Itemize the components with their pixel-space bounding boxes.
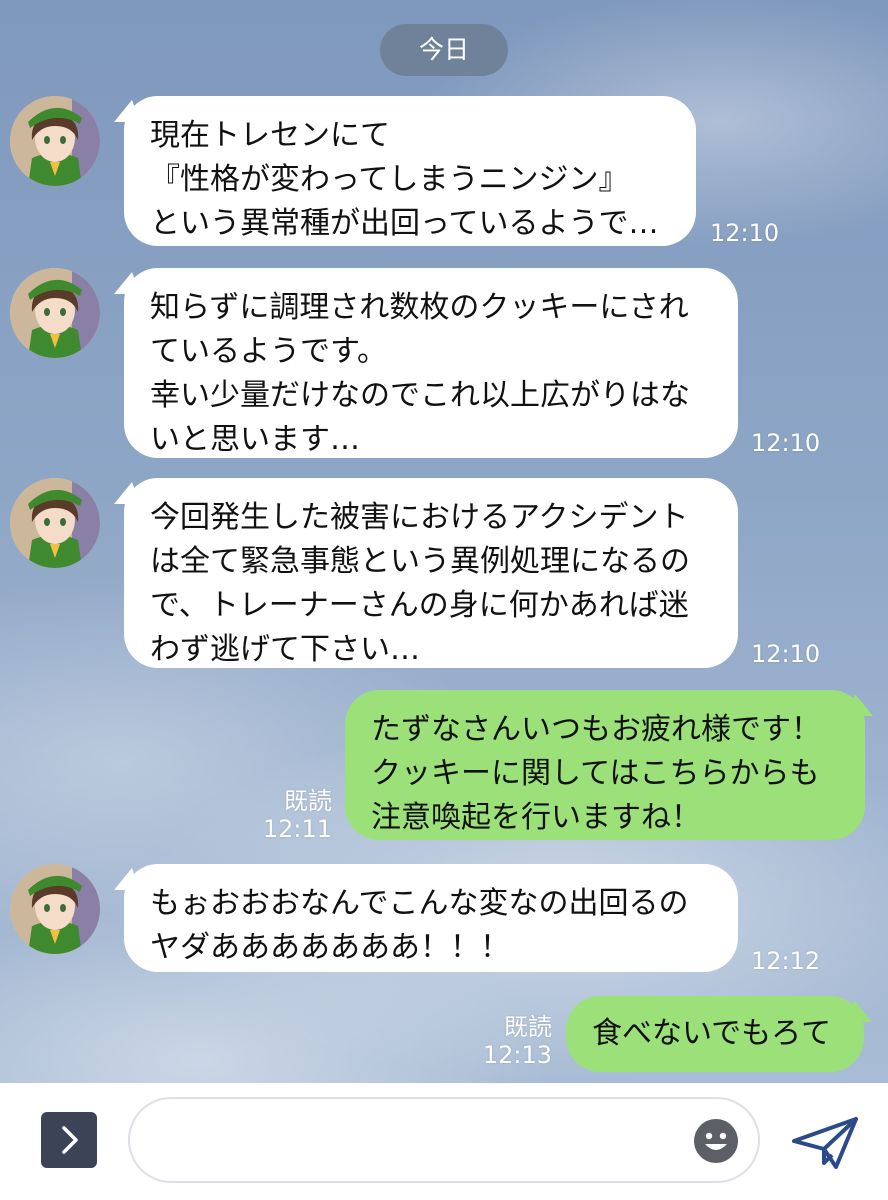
message-timestamp: 12:10 — [751, 429, 821, 457]
avatar-image — [10, 96, 100, 186]
message-line: 知らずに調理され数枚のクッキーにされ — [150, 290, 689, 325]
date-separator: 今日 — [380, 24, 508, 76]
message-line: で、トレーナーさんの身に何かあれば迷 — [150, 588, 689, 623]
message-line: たずなさんいつもお疲れ様です！ — [371, 712, 821, 747]
incoming-message-bubble[interactable]: もぉおおおなんでこんな変なの出回るの ヤダあああああああ！！！ — [124, 864, 738, 972]
message-line: クッキーに関してはこちらからも — [371, 756, 820, 791]
message-line: 現在トレセンにて — [150, 118, 390, 153]
read-receipt: 既読 12:13 — [474, 1013, 552, 1069]
smiley-icon — [694, 1119, 738, 1163]
message-timestamp: 12:11 — [262, 815, 332, 843]
avatar-image — [10, 478, 100, 568]
message-line: 『性格が変わってしまうニンジン』 — [150, 162, 629, 197]
message-input-bar — [0, 1083, 888, 1200]
message-line: という異常種が出回っているようで… — [150, 206, 659, 241]
paper-plane-icon — [792, 1117, 858, 1169]
avatar[interactable] — [10, 478, 100, 568]
avatar[interactable] — [10, 96, 100, 186]
emoji-button[interactable] — [693, 1118, 739, 1164]
read-receipt: 既読 12:11 — [256, 787, 332, 843]
message-timestamp: 12:10 — [710, 219, 780, 247]
outgoing-message-bubble[interactable]: たずなさんいつもお疲れ様です！ クッキーに関してはこちらからも 注意喚起を行いま… — [345, 690, 865, 840]
message-line: もぉおおおなんでこんな変なの出回るの — [150, 886, 689, 921]
message-line: ヤダあああああああ！！！ — [150, 930, 510, 965]
message-line: ているようです。 — [150, 334, 387, 369]
message-timestamp: 12:13 — [482, 1041, 552, 1069]
incoming-message-bubble[interactable]: 今回発生した被害におけるアクシデント は全て緊急事態という異例処理になるの で、… — [124, 478, 738, 668]
avatar-image — [10, 864, 100, 954]
incoming-message-bubble[interactable]: 知らずに調理され数枚のクッキーにされ ているようです。 幸い少量だけなのでこれ以… — [124, 268, 738, 458]
incoming-message-bubble[interactable]: 現在トレセンにて 『性格が変わってしまうニンジン』 という異常種が出回っているよ… — [124, 96, 696, 246]
message-line: 食べないでもろて — [592, 1016, 832, 1051]
outgoing-message-bubble[interactable]: 食べないでもろて — [566, 996, 864, 1072]
read-label: 既読 — [284, 787, 332, 815]
avatar[interactable] — [10, 268, 100, 358]
message-input[interactable] — [128, 1097, 760, 1183]
message-line: わず逃げて下さい… — [150, 632, 420, 667]
avatar-image — [10, 268, 100, 358]
chat-background: 今日 現在トレセンにて 『性格が変わってしまうニンジン』 という異常種が出回って… — [0, 0, 888, 1083]
avatar[interactable] — [10, 864, 100, 954]
message-line: 幸い少量だけなのでこれ以上広がりはな — [150, 378, 690, 413]
message-timestamp: 12:10 — [751, 640, 821, 668]
message-timestamp: 12:12 — [751, 947, 821, 975]
expand-menu-button[interactable] — [41, 1112, 97, 1168]
message-line: 注意喚起を行いますね！ — [371, 800, 701, 835]
message-line: いと思います… — [150, 422, 360, 457]
chevron-right-icon — [62, 1126, 78, 1154]
message-line: は全て緊急事態という異例処理になるの — [150, 544, 690, 579]
send-button[interactable] — [790, 1113, 860, 1173]
read-label: 既読 — [504, 1013, 552, 1041]
message-line: 今回発生した被害におけるアクシデント — [150, 500, 689, 535]
